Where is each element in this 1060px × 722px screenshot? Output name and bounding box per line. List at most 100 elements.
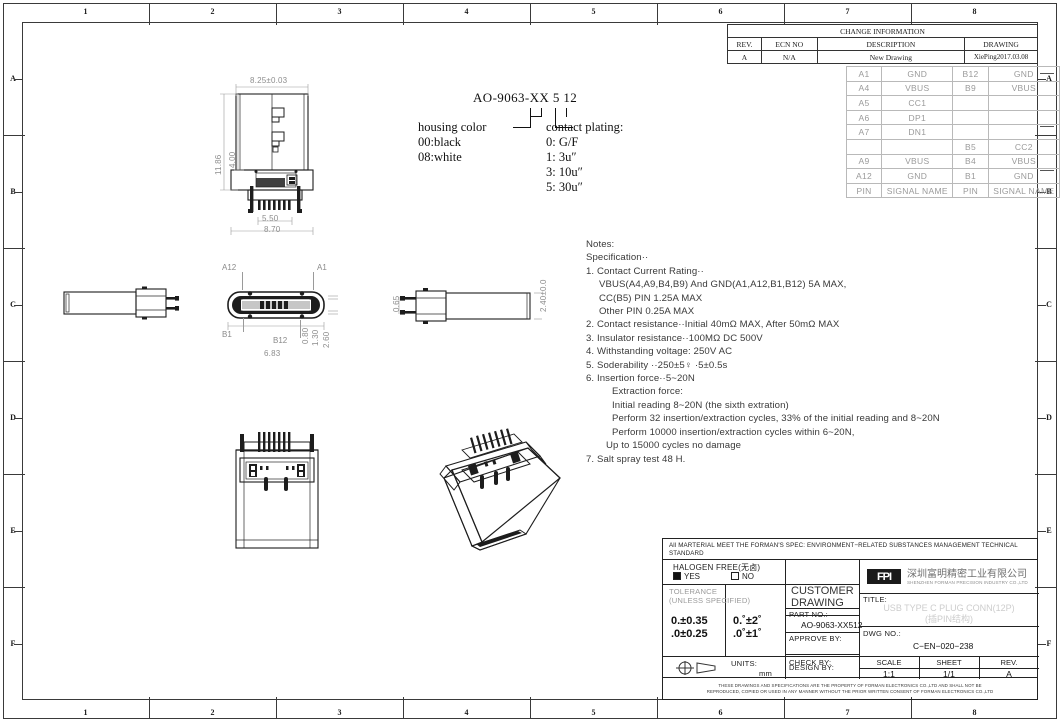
cell-rev: A <box>727 50 762 64</box>
row-tick-left <box>3 248 25 249</box>
row-dash-left <box>14 191 22 193</box>
notes-heading: Notes: <box>586 239 615 250</box>
title-value-secondary: (插PIN结构) <box>925 614 973 624</box>
leader-b-vert2 <box>566 108 567 117</box>
pin-cell-pin-b: B9 <box>952 80 989 97</box>
halogen-no-label: NO <box>742 572 754 581</box>
zone-tick-top <box>149 3 150 25</box>
row-dash-left <box>14 304 22 306</box>
callout-a12: A12 <box>222 263 237 272</box>
pin-cell-pin-a: A1 <box>845 66 883 82</box>
note-line-5: 3. Insulator resistance··100MΩ DC 500V <box>586 332 763 344</box>
part-number-legend: AO-9063-XX 5 12 housing color 00:black 0… <box>418 90 623 194</box>
dim-side-height: 2.40±0.0 <box>539 279 548 312</box>
row-dash-left <box>14 643 22 645</box>
pin-cell-pin-b <box>952 124 989 140</box>
housing-option-1: 08:white <box>418 150 462 164</box>
zone-tick-bottom <box>784 697 785 719</box>
callout-b12-leader <box>300 320 301 338</box>
zone-label-top-5: 5 <box>591 7 596 16</box>
tb-hline-title <box>859 626 1039 627</box>
tb-hline-2 <box>663 656 859 657</box>
housing-option-0: 00:black <box>418 135 462 149</box>
approve-by-label: APPROVE BY: <box>789 634 842 643</box>
part-no-value[interactable]: AO-9063-XX512 <box>801 620 862 630</box>
housing-color-group: housing color 00:black 08:white <box>418 120 543 165</box>
table-row: A6 DP1 <box>845 109 1060 126</box>
cell-ecn: N/A <box>760 50 818 64</box>
note-line-9: Extraction force: <box>612 386 684 398</box>
pin-cell-pin-a: A12 <box>845 168 883 184</box>
customer-drawing-label: CUSTOMER DRAWING <box>791 585 854 609</box>
row-dash-right <box>1038 304 1046 306</box>
plating-option-2: 3: 10u″ <box>546 165 583 179</box>
tb-div-1 <box>785 560 786 679</box>
callout-b1-leader <box>243 318 244 332</box>
zone-label-top-3: 3 <box>337 7 342 16</box>
part-number-code: AO-9063-XX 5 12 <box>473 90 578 105</box>
sheet-label: SHEET <box>936 658 962 667</box>
left-side-view-drawing <box>63 286 179 320</box>
contact-plating-label: contact plating: <box>546 120 624 134</box>
pin-cell-signal-b <box>987 109 1060 126</box>
col-drawing: DRAWING <box>964 37 1038 51</box>
dwg-no-value: C−EN−020−238 <box>913 641 974 651</box>
pin-cell-signal-a: CC1 <box>881 95 954 111</box>
dim-top-view-d1: 0.80 <box>301 327 310 344</box>
halogen-yes-option[interactable]: YES <box>673 572 700 581</box>
tolerance-linear-2: .0±0.25 <box>671 628 708 640</box>
zone-tick-bottom <box>911 697 912 719</box>
disclaimer-line-2: REPRODUCED, COPIED OR USED IN ANY MANNER… <box>706 689 994 695</box>
pin-brace-top <box>1040 73 1054 74</box>
callout-a1: A1 <box>317 263 327 272</box>
drawing-sheet: 1122334455667788AABBCCDDEEFF CHANGE INFO… <box>0 0 1060 722</box>
row-tick-left <box>3 361 25 362</box>
scale-label: SCALE <box>876 658 902 667</box>
note-line-1: VBUS(A4,A9,B4,B9) And GND(A1,A12,B1,B12)… <box>599 279 847 291</box>
row-tick-right <box>1035 248 1057 249</box>
halogen-yes-checkbox[interactable] <box>673 572 681 580</box>
callout-b1: B1 <box>222 330 232 339</box>
dim-top-view-d3: 2.60 <box>322 331 331 348</box>
zone-label-bottom-4: 4 <box>464 708 469 717</box>
pin-cell-pin-a: A7 <box>845 124 883 140</box>
pin-cell-pin-b <box>952 109 989 126</box>
notes-lines: 1. Contact Current Rating·· VBUS(A4,A9,B4… <box>586 265 1036 466</box>
pin-cell-pin-a: PIN <box>845 182 883 199</box>
projection-symbol-icon <box>676 661 716 675</box>
plating-option-1: 1: 3u″ <box>546 150 577 164</box>
halogen-no-checkbox[interactable] <box>731 572 739 580</box>
zone-label-bottom-7: 7 <box>845 708 850 717</box>
zone-tick-bottom <box>530 697 531 719</box>
change-info-header-row: REV. ECN NO DESCRIPTION DRAWING <box>727 37 1038 51</box>
zone-tick-top <box>276 3 277 25</box>
pin-cell-signal-a: GND <box>881 168 954 184</box>
zone-label-bottom-1: 1 <box>83 708 88 717</box>
dim-front-height-inner: 4.00 <box>228 151 237 168</box>
row-tick-right <box>1035 361 1057 362</box>
pin-cell-pin-b: PIN <box>952 182 989 199</box>
pin-cell-signal-b: SIGNAL NAME <box>987 182 1060 199</box>
housing-color-label: housing color <box>418 120 487 134</box>
note-line-2: CC(B5) PIN 1.25A MAX <box>599 292 703 304</box>
halogen-no-option[interactable]: NO <box>731 572 754 581</box>
title-value: USB TYPE C PLUG CONN(12P) <box>883 603 1015 613</box>
callout-a1-leader <box>313 272 314 290</box>
pin-cell-signal-a <box>881 138 954 155</box>
row-dash-left <box>14 78 22 80</box>
cell-description: New Drawing <box>816 50 966 64</box>
zone-label-bottom-5: 5 <box>591 708 596 717</box>
note-line-13: Up to 15000 cycles no damage <box>606 440 742 452</box>
tb-hline-cust-2 <box>785 632 859 633</box>
tb-hline-logo <box>859 593 1039 594</box>
note-line-7: 5. Soderability ··250±5♀ ·5±0.5s <box>586 359 728 371</box>
pin-brace-mid <box>1040 126 1054 127</box>
dwg-no-label: DWG NO.: <box>863 629 901 638</box>
dim-top-view-d2: 1.30 <box>311 329 320 346</box>
tolerance-subtitle: (UNLESS SPECIFIED) <box>669 596 751 605</box>
note-line-11: Perform 32 insertion/extraction cycles, … <box>612 413 940 425</box>
rev-label: REV. <box>1000 658 1018 667</box>
company-name-cn: 深圳富明精密工业有限公司 <box>907 568 1027 580</box>
change-info-title: CHANGE INFORMATION <box>727 24 1038 38</box>
zone-label-top-8: 8 <box>972 7 977 16</box>
